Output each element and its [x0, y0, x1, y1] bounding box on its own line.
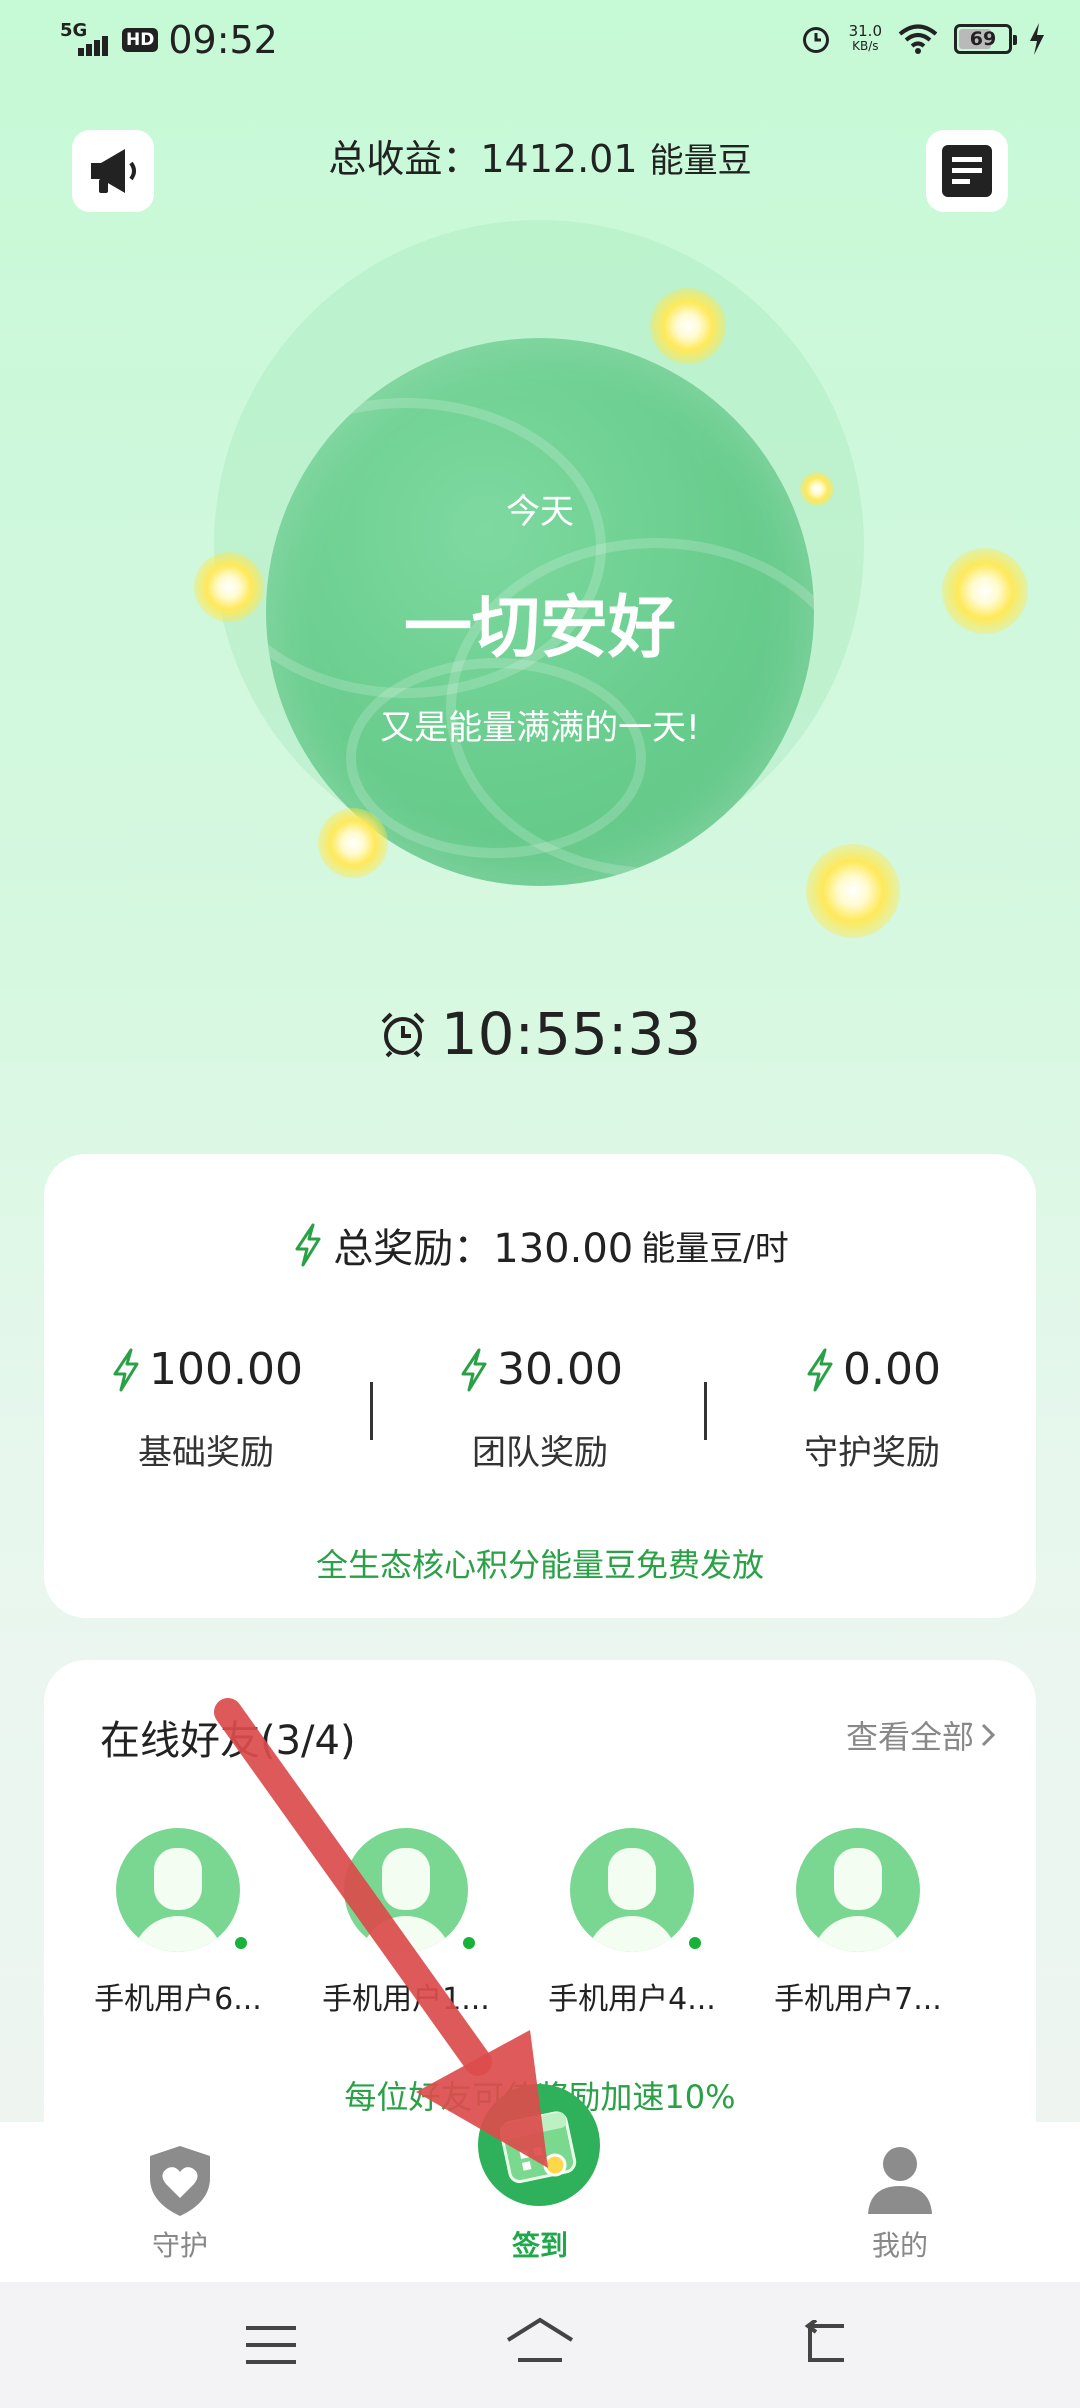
total-earnings: 总收益：1412.01 能量豆 — [328, 137, 752, 181]
online-indicator — [232, 1934, 250, 1952]
friend-item[interactable]: 手机用户7... — [758, 1828, 958, 2018]
friend-item[interactable]: 手机用户1... — [306, 1828, 506, 2018]
energy-bubble[interactable] — [650, 288, 726, 364]
checkin-button[interactable] — [478, 2084, 600, 2206]
reward-note: 全生态核心积分能量豆免费发放 — [315, 1546, 764, 1584]
records-button[interactable] — [926, 130, 1008, 212]
base-reward: 100.00 基础奖励 — [56, 1344, 356, 1474]
guard-reward: 0.00 守护奖励 — [804, 1344, 941, 1473]
view-all-link[interactable]: 查看全部 — [846, 1712, 996, 1758]
friend-item[interactable]: 手机用户4... — [532, 1828, 732, 2018]
lightning-icon — [461, 1348, 487, 1391]
divider — [370, 1382, 373, 1440]
back-icon[interactable] — [794, 2320, 850, 2368]
total-reward: 总奖励：130.00 能量豆/时 — [44, 1216, 1036, 1274]
energy-bubble[interactable] — [318, 808, 388, 878]
alarm-clock-icon — [381, 1012, 425, 1058]
energy-bubble[interactable] — [942, 548, 1028, 634]
online-indicator — [460, 1934, 478, 1952]
avatar — [116, 1828, 240, 1952]
status-time: 09:52 — [168, 18, 278, 62]
energy-bubble[interactable] — [800, 472, 834, 506]
chevron-right-icon — [981, 1723, 996, 1747]
lightning-icon — [295, 1223, 321, 1267]
status-bar: 5G HD 09:52 31.0 KB/s 69 — [0, 0, 1080, 84]
battery-icon: 69 — [954, 24, 1017, 54]
shield-heart-icon — [150, 2146, 210, 2216]
document-list-icon — [942, 145, 992, 197]
orb-status-title: 一切安好 — [403, 589, 676, 668]
system-navigation-bar — [0, 2282, 1080, 2408]
cellular-signal-icon: 5G — [60, 20, 112, 60]
divider — [704, 1382, 707, 1440]
alarm-icon — [802, 27, 829, 53]
energy-bubble[interactable] — [194, 552, 264, 622]
friend-item[interactable]: 手机用户6... — [78, 1828, 278, 2018]
energy-bubble[interactable] — [806, 844, 900, 938]
orb-day-label: 今天 — [506, 492, 574, 532]
friends-title: 在线好友(3/4) — [100, 1718, 356, 1764]
avatar — [344, 1828, 468, 1952]
person-icon — [868, 2147, 932, 2214]
avatar — [796, 1828, 920, 1952]
online-indicator — [686, 1934, 704, 1952]
calendar-check-icon — [499, 2111, 577, 2184]
network-speed: 31.0 KB/s — [848, 22, 882, 54]
menu-icon[interactable] — [244, 2324, 298, 2366]
reward-card: 总奖励：130.00 能量豆/时 100.00 基础奖励 30.00 团队奖励 … — [44, 1154, 1036, 1618]
team-reward: 30.00 团队奖励 — [390, 1344, 690, 1474]
avatar — [570, 1828, 694, 1952]
lightning-icon — [807, 1348, 833, 1391]
charging-icon — [1030, 23, 1044, 55]
orb-subtitle: 又是能量满满的一天! — [380, 708, 700, 748]
wifi-icon — [898, 24, 938, 54]
lightning-icon — [113, 1348, 139, 1391]
home-icon[interactable] — [504, 2316, 576, 2368]
hd-badge: HD — [122, 28, 159, 52]
countdown-timer: 10:55:33 — [0, 1000, 1080, 1068]
